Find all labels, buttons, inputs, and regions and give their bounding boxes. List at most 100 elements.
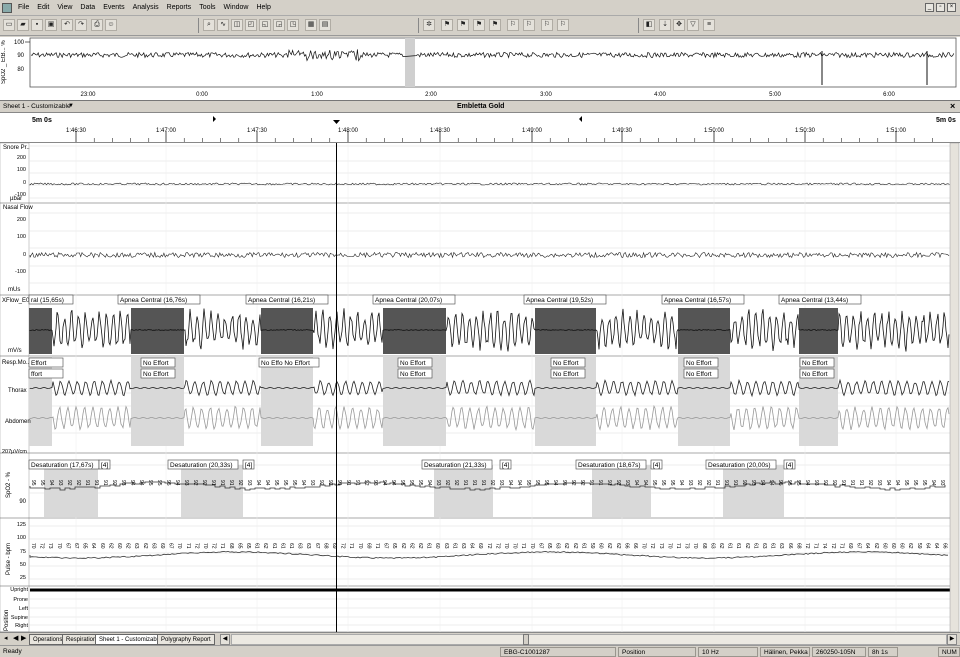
desat-label[interactable]: Desaturation (18,67s) xyxy=(575,459,647,470)
move-icon[interactable]: ✥ xyxy=(673,19,685,31)
cursor-marker-icon[interactable] xyxy=(333,120,340,124)
apnea-label[interactable]: Apnea Central (19,52s) xyxy=(523,294,607,305)
scoring-icon[interactable]: ✲ xyxy=(423,19,435,31)
desat-tag[interactable]: [4] xyxy=(499,459,512,470)
menu-reports[interactable]: Reports xyxy=(163,4,196,11)
overview-selection[interactable] xyxy=(405,38,415,87)
menu-analysis[interactable]: Analysis xyxy=(129,4,163,11)
menu-help[interactable]: Help xyxy=(252,4,274,11)
app-icon[interactable] xyxy=(2,2,12,13)
apnea-event[interactable] xyxy=(131,308,184,354)
tab-polygraphy-report[interactable]: Polygraphy Report xyxy=(157,634,215,645)
nasal-label[interactable]: Nasal Flow xyxy=(3,205,33,211)
span-left[interactable]: 5m 0s xyxy=(32,117,52,124)
desat-tag[interactable]: [4] xyxy=(650,459,663,470)
menu-tools[interactable]: Tools xyxy=(195,4,219,11)
horizontal-scrollbar[interactable] xyxy=(231,634,947,645)
page-back-icon[interactable] xyxy=(579,116,582,122)
hscroll-left-icon[interactable]: ◀ xyxy=(220,634,230,645)
resp-label[interactable]: Resp.Mo... xyxy=(2,360,31,366)
snore-label[interactable]: Snore Pr.. xyxy=(3,145,30,151)
undo-icon[interactable]: ↶ xyxy=(61,19,73,31)
event-5-icon[interactable]: ⚐ xyxy=(507,19,519,31)
print-icon[interactable]: ⎙ xyxy=(91,19,103,31)
effort-label[interactable]: No Effort xyxy=(397,357,433,368)
event-6-icon[interactable]: ⚐ xyxy=(523,19,535,31)
effort-label[interactable]: Effort xyxy=(28,357,64,368)
effort-label[interactable]: No Effort xyxy=(799,357,835,368)
signal-icon[interactable]: ∿ xyxy=(217,19,229,31)
menu-view[interactable]: View xyxy=(53,4,76,11)
open-folder-icon[interactable]: ▰ xyxy=(17,19,29,31)
menu-file[interactable]: File xyxy=(14,4,33,11)
menu-data[interactable]: Data xyxy=(76,4,99,11)
menu-events[interactable]: Events xyxy=(99,4,128,11)
grid-icon[interactable]: ▦ xyxy=(305,19,317,31)
effort-label[interactable]: ffort xyxy=(28,368,64,379)
marker-icon[interactable]: ⇣ xyxy=(659,19,671,31)
window-4-icon[interactable]: ◳ xyxy=(287,19,299,31)
event-4-icon[interactable]: ⚑ xyxy=(489,19,501,31)
apnea-event[interactable] xyxy=(383,308,446,354)
span-right[interactable]: 5m 0s xyxy=(936,117,956,124)
zoom-icon[interactable]: ⌕ xyxy=(203,19,215,31)
apnea-event[interactable] xyxy=(261,308,313,354)
event-2-icon[interactable]: ⚑ xyxy=(457,19,469,31)
restore-icon[interactable]: ▫ xyxy=(936,3,945,12)
time-ruler[interactable]: 5m 0s 5m 0s 1:46:30 1:47:00 1:47:30 1:48:00… xyxy=(0,113,960,143)
effort-label[interactable]: No Effort xyxy=(140,357,176,368)
tab-operations[interactable]: Operations xyxy=(29,634,67,645)
sheet-selector[interactable]: Sheet 1 - Customizable xyxy=(3,103,71,110)
position-label[interactable]: Position xyxy=(4,610,10,631)
pulse-label[interactable]: Pulse - bpm xyxy=(6,543,12,575)
menu-window[interactable]: Window xyxy=(220,4,253,11)
desat-tag[interactable]: [4] xyxy=(783,459,796,470)
desat-tag[interactable]: [4] xyxy=(242,459,255,470)
event-7-icon[interactable]: ⚐ xyxy=(541,19,553,31)
effort-label[interactable]: No Effort xyxy=(799,368,835,379)
redo-icon[interactable]: ↷ xyxy=(75,19,87,31)
apnea-event[interactable] xyxy=(535,308,596,354)
minimize-icon[interactable]: _ xyxy=(925,3,934,12)
tab-next-icon[interactable]: ▶ xyxy=(21,634,26,642)
hscroll-right-icon[interactable]: ▶ xyxy=(947,634,957,645)
effort-label[interactable]: No Effort xyxy=(397,368,433,379)
apnea-label[interactable]: Apnea Central (16,76s) xyxy=(117,294,201,305)
analysis-icon[interactable]: ◧ xyxy=(643,19,655,31)
tab-prev-icon[interactable]: ◀ xyxy=(13,634,18,642)
apnea-event[interactable] xyxy=(799,308,838,354)
sheet-close-icon[interactable]: × xyxy=(950,101,955,111)
apnea-label[interactable]: Apnea Central (16,57s) xyxy=(661,294,745,305)
save-all-icon[interactable]: ▣ xyxy=(45,19,57,31)
page-forward-icon[interactable] xyxy=(213,116,216,122)
event-1-icon[interactable]: ⚑ xyxy=(441,19,453,31)
patient-icon[interactable]: ☺ xyxy=(105,19,117,31)
spo2-label[interactable]: SpO2 - % xyxy=(6,471,12,498)
apnea-label[interactable]: Apnea Central (20,07s) xyxy=(372,294,456,305)
apnea-event[interactable] xyxy=(678,308,730,354)
effort-label[interactable]: No Effo No Effort xyxy=(258,357,320,368)
filter-icon[interactable]: ▽ xyxy=(687,19,699,31)
save-icon[interactable]: ▪ xyxy=(31,19,43,31)
xflow-label[interactable]: XFlow_E0 xyxy=(2,298,30,304)
tab-first-icon[interactable]: ◂ xyxy=(4,634,8,642)
overview-trend[interactable]: 100 90 80 23:00 0:00 1:00 2:00 3:00 4:00… xyxy=(0,37,960,101)
effort-label[interactable]: No Effort xyxy=(140,368,176,379)
desat-label[interactable]: Desaturation (20,00s) xyxy=(705,459,777,470)
window-2-icon[interactable]: ◱ xyxy=(259,19,271,31)
menu-edit[interactable]: Edit xyxy=(33,4,53,11)
tab-sheet1[interactable]: Sheet 1 - Customizable xyxy=(95,634,166,645)
settings-icon[interactable]: ≡ xyxy=(703,19,715,31)
signal-chart[interactable]: Snore Pr.. µbar 200 100 0 -100 Nasal Flo… xyxy=(0,142,960,633)
effort-label[interactable]: No Effort xyxy=(683,357,719,368)
event-8-icon[interactable]: ⚐ xyxy=(557,19,569,31)
close-icon[interactable]: × xyxy=(947,3,956,12)
desat-label[interactable]: Desaturation (21,33s) xyxy=(421,459,493,470)
overview-panel[interactable]: 100 90 80 23:00 0:00 1:00 2:00 3:00 4:00… xyxy=(0,37,960,101)
apnea-label[interactable]: Apnea Central (13,44s) xyxy=(778,294,862,305)
apnea-event[interactable] xyxy=(29,308,52,354)
apnea-label[interactable]: Apnea Central (16,21s) xyxy=(245,294,329,305)
layout-icon[interactable]: ▤ xyxy=(319,19,331,31)
apnea-label[interactable]: ral (15,65s) xyxy=(28,294,74,305)
effort-label[interactable]: No Effort xyxy=(683,368,719,379)
